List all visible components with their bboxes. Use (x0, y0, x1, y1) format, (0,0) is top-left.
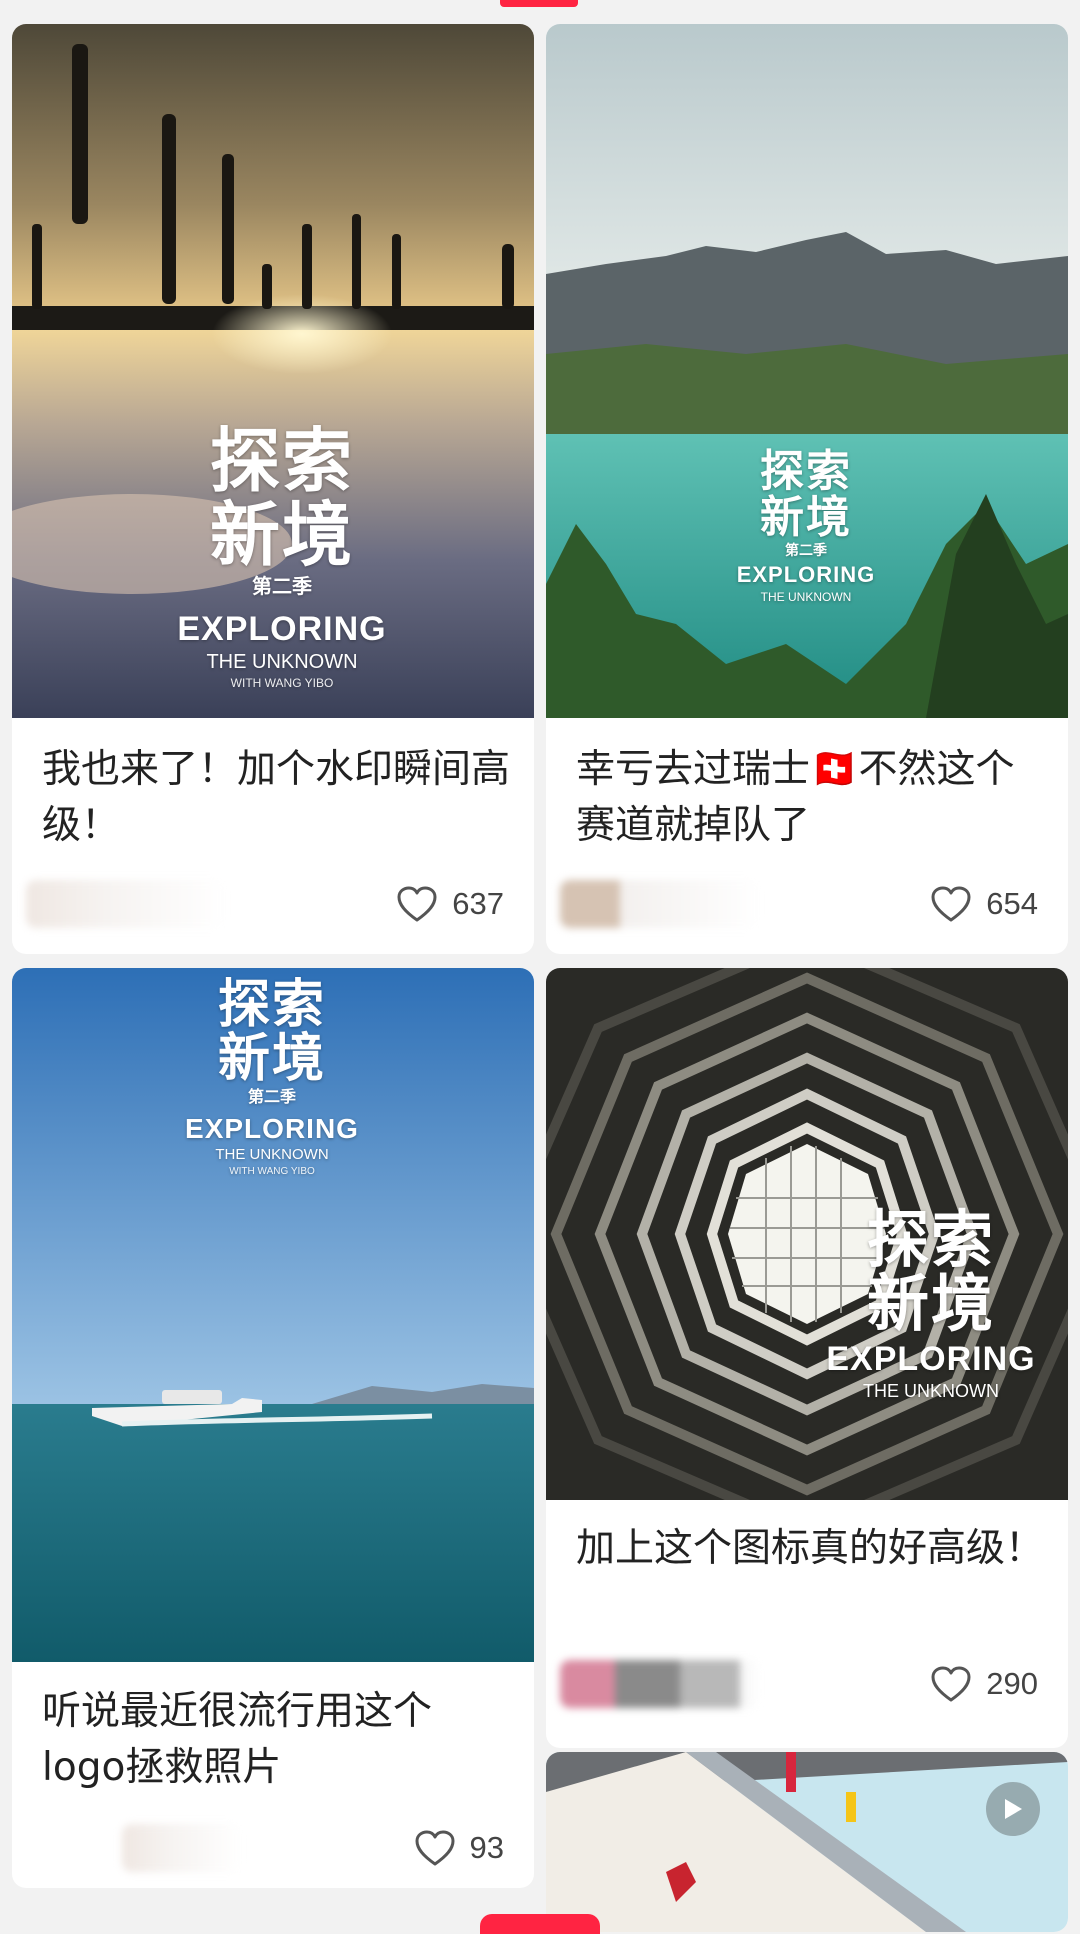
note-footer: 290 (546, 1654, 1068, 1714)
bottom-nav-indicator (480, 1914, 600, 1934)
heart-icon (415, 1830, 455, 1866)
video-badge (986, 1782, 1040, 1836)
note-cover-image: 探索 新境 第二季 EXPLORING THE UNKNOWN (546, 24, 1068, 718)
heart-icon (397, 886, 437, 922)
note-title: 听说最近很流行用这个logo拯救照片 (42, 1689, 433, 1790)
author-avatar[interactable] (122, 1824, 242, 1872)
watermark-logo: 探索 新境 EXPLORING THE UNKNOWN (826, 1203, 1036, 1402)
note-card-2[interactable]: 探索 新境 第二季 EXPLORING THE UNKNOWN 幸亏去过瑞士🇨🇭… (546, 24, 1068, 954)
note-title: 加上这个图标真的好高级！ (576, 1526, 1045, 1571)
note-cover-image: 探索 新境 EXPLORING THE UNKNOWN (546, 968, 1068, 1500)
heart-icon (931, 1666, 971, 1702)
like-count: 93 (469, 1830, 504, 1865)
note-title: 幸亏去过瑞士🇨🇭不然这个赛道就掉队了 (576, 747, 1015, 848)
like-count: 637 (452, 886, 504, 921)
author-avatar[interactable] (26, 880, 226, 928)
note-card-5[interactable] (546, 1752, 1068, 1932)
note-title: 我也来了！加个水印瞬间高级！ (42, 747, 511, 848)
watermark-logo: 探索 新境 第二季 EXPLORING THE UNKNOWN (736, 446, 876, 605)
like-button[interactable]: 637 (396, 874, 504, 934)
watermark-logo: 探索 新境 第二季 EXPLORING THE UNKNOWN WITH WAN… (177, 420, 387, 690)
play-icon (1005, 1799, 1022, 1819)
note-footer: 654 (546, 874, 1068, 934)
note-card-1[interactable]: 探索 新境 第二季 EXPLORING THE UNKNOWN WITH WAN… (12, 24, 534, 954)
note-card-4[interactable]: 探索 新境 EXPLORING THE UNKNOWN 加上这个图标真的好高级！… (546, 968, 1068, 1748)
author-avatar[interactable] (560, 880, 760, 928)
like-button[interactable]: 290 (930, 1654, 1038, 1714)
note-footer: 637 (12, 874, 534, 934)
note-cover-image (546, 1752, 1068, 1932)
author-avatar[interactable] (560, 1660, 760, 1708)
watermark-logo: 探索 新境 第二季 EXPLORING THE UNKNOWN WITH WAN… (185, 975, 359, 1177)
note-footer: 93 (12, 1818, 534, 1878)
active-tab-indicator (500, 0, 578, 7)
heart-icon (931, 886, 971, 922)
like-count: 654 (986, 886, 1038, 921)
note-cover-image: 探索 新境 第二季 EXPLORING THE UNKNOWN WITH WAN… (12, 968, 534, 1662)
like-button[interactable]: 654 (930, 874, 1038, 934)
note-card-3[interactable]: 探索 新境 第二季 EXPLORING THE UNKNOWN WITH WAN… (12, 968, 534, 1888)
like-button[interactable]: 93 (414, 1818, 504, 1878)
like-count: 290 (986, 1666, 1038, 1701)
note-cover-image: 探索 新境 第二季 EXPLORING THE UNKNOWN WITH WAN… (12, 24, 534, 718)
